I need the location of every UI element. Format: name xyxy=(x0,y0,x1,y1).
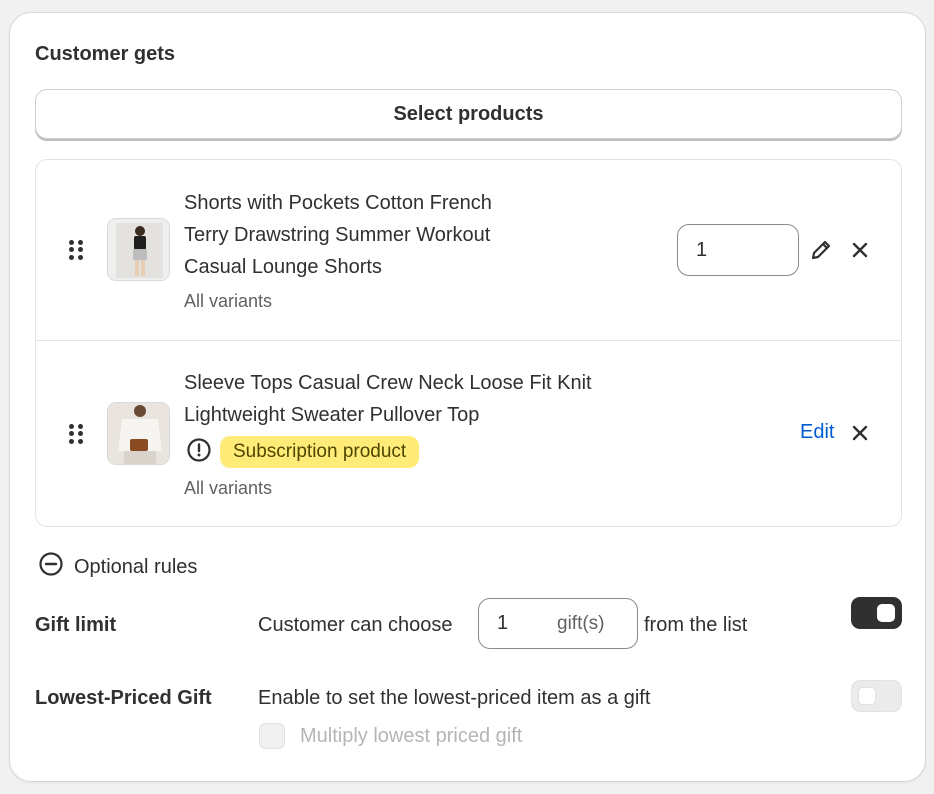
edit-link[interactable]: Edit xyxy=(800,421,834,444)
product-variants: All variants xyxy=(184,478,273,498)
pencil-icon[interactable] xyxy=(807,236,835,264)
product-row: Shorts with Pockets Cotton French Terry … xyxy=(36,160,901,341)
gift-count-input[interactable]: 1 gift(s) xyxy=(478,598,638,649)
multiply-gift-checkbox[interactable] xyxy=(259,723,285,749)
warning-circle-icon xyxy=(186,437,212,468)
select-products-button[interactable]: Select products xyxy=(35,89,902,139)
customer-gets-card: Customer gets Select products Shorts wit… xyxy=(9,12,926,782)
lowest-priced-label: Lowest-Priced Gift xyxy=(35,687,212,709)
status-badge: Subscription product xyxy=(220,436,420,468)
product-variants: All variants xyxy=(184,291,273,311)
close-icon[interactable] xyxy=(846,236,874,264)
subscription-warning: Subscription product xyxy=(186,436,420,468)
product-thumbnail xyxy=(107,218,170,281)
gift-limit-prefix: Customer can choose xyxy=(258,614,453,636)
section-title: Customer gets xyxy=(35,43,176,65)
quantity-input[interactable] xyxy=(677,224,799,276)
close-icon[interactable] xyxy=(846,419,874,447)
gift-count-suffix: gift(s) xyxy=(557,612,605,634)
optional-rules-label: Optional rules xyxy=(74,555,198,578)
drag-handle-icon[interactable] xyxy=(69,424,83,444)
minus-circle-icon xyxy=(38,551,64,583)
lowest-priced-description: Enable to set the lowest-priced item as … xyxy=(258,687,651,709)
gift-limit-toggle[interactable] xyxy=(851,597,902,629)
optional-rules-toggle[interactable]: Optional rules xyxy=(38,551,197,583)
multiply-gift-label: Multiply lowest priced gift xyxy=(300,725,523,747)
product-title: Sleeve Tops Casual Crew Neck Loose Fit K… xyxy=(184,372,592,426)
gift-count-value: 1 xyxy=(497,612,509,634)
product-list: Shorts with Pockets Cotton French Terry … xyxy=(35,159,902,527)
product-thumbnail xyxy=(107,402,170,465)
gift-limit-label: Gift limit xyxy=(35,614,117,636)
lowest-priced-toggle[interactable] xyxy=(851,680,902,712)
gift-limit-postfix: from the list xyxy=(644,614,748,636)
product-title: Shorts with Pockets Cotton French Terry … xyxy=(184,192,492,278)
product-row: Sleeve Tops Casual Crew Neck Loose Fit K… xyxy=(36,341,901,528)
drag-handle-icon[interactable] xyxy=(69,240,83,260)
